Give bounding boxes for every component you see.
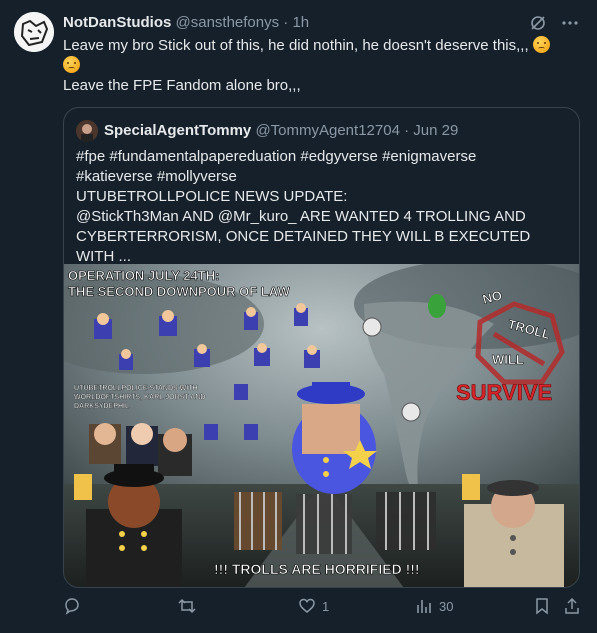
quoted-hashtags-line1: #fpe #fundamentalpapereduation #edgyvers… — [76, 148, 477, 165]
bookmark-button[interactable] — [533, 597, 551, 615]
like-count: 1 — [322, 598, 330, 614]
meme-collage-image: OPERATION JULY 24TH: THE SECOND DOWNPOUR… — [64, 264, 579, 587]
stands-with-text: UTUBETROLLPOLICE STANDS WITH — [74, 385, 198, 392]
quoted-text-line5: CYBERTERRORISM, ONCE DETAINED THEY WILL … — [76, 228, 531, 265]
quoted-post-media-image[interactable]: OPERATION JULY 24TH: THE SECOND DOWNPOUR… — [64, 264, 579, 587]
quoted-author-name[interactable]: SpecialAgentTommy — [104, 122, 251, 139]
jail-cages — [234, 492, 436, 554]
quoted-hashtags-line2: #katieverse #mollyverse — [76, 168, 237, 185]
woozy-face-emoji-icon — [532, 36, 550, 53]
quoted-post-date[interactable]: Jun 29 — [413, 122, 458, 139]
badge-word-will: WILL — [492, 352, 524, 367]
like-button[interactable]: 1 — [298, 597, 329, 615]
repost-button[interactable] — [178, 597, 202, 615]
woozy-face-emoji-icon — [63, 56, 80, 73]
separator-dot: · — [283, 14, 289, 31]
more-options-icon[interactable] — [561, 14, 579, 32]
grok-icon[interactable] — [529, 14, 547, 32]
post-time[interactable]: 1h — [292, 14, 309, 31]
survive-text: SURVIVE — [456, 380, 552, 405]
quoted-post-header: SpecialAgentTommy @TommyAgent12704 · Jun… — [104, 122, 458, 140]
author-handle[interactable]: @sansthefonys — [176, 14, 280, 31]
repost-icon — [178, 598, 196, 614]
stands-with-text-line: WORLDOFTSHIRTS, KARL JOBST AND — [74, 394, 205, 401]
share-button[interactable] — [563, 597, 581, 615]
post-text-line1: Leave my bro Stick out of this, he did n… — [63, 37, 529, 54]
heart-icon — [299, 598, 315, 613]
trollface-sprite — [362, 317, 382, 337]
author-name[interactable]: NotDanStudios — [63, 14, 171, 31]
stands-with-text-line: DARKSYDEPHIL — [74, 403, 130, 410]
quoted-author-handle[interactable]: @TommyAgent12704 — [255, 122, 399, 139]
views-count: 30 — [439, 598, 454, 614]
bookmark-icon — [536, 598, 548, 615]
share-icon — [565, 597, 579, 614]
views-button[interactable]: 30 — [415, 597, 453, 615]
post-top-icons — [529, 14, 579, 32]
post-text-line2: Leave the FPE Fandom alone bro,,, — [63, 77, 301, 94]
post-header: NotDanStudios @sansthefonys · 1h — [63, 14, 309, 32]
quoted-post[interactable]: SpecialAgentTommy @TommyAgent12704 · Jun… — [63, 107, 580, 588]
trollface-sprite — [401, 402, 421, 422]
green-frog-sprite — [428, 294, 446, 318]
separator-dot: · — [404, 122, 410, 139]
views-chart-icon — [417, 600, 431, 613]
media-title-line2: THE SECOND DOWNPOUR OF LAW — [68, 284, 290, 299]
quoted-post-text: #fpe #fundamentalpapereduation #edgyvers… — [76, 147, 571, 267]
author-avatar[interactable] — [14, 12, 54, 52]
quoted-author-avatar[interactable] — [76, 120, 98, 142]
post-text: Leave my bro Stick out of this, he did n… — [63, 36, 583, 96]
reply-icon — [65, 598, 79, 615]
media-title-line1: OPERATION JULY 24TH: — [68, 268, 219, 283]
quoted-text-line4: @StickTh3Man AND @Mr_kuro_ ARE WANTED 4 … — [76, 208, 526, 225]
post-action-bar: 1 30 — [63, 597, 588, 621]
avatar-sketch-image — [14, 12, 54, 52]
quoted-text-line3: UTUBETROLLPOLICE NEWS UPDATE: — [76, 188, 348, 205]
reply-button[interactable] — [63, 597, 87, 615]
media-bottom-caption: !!! TROLLS ARE HORRIFIED !!! — [214, 561, 420, 577]
